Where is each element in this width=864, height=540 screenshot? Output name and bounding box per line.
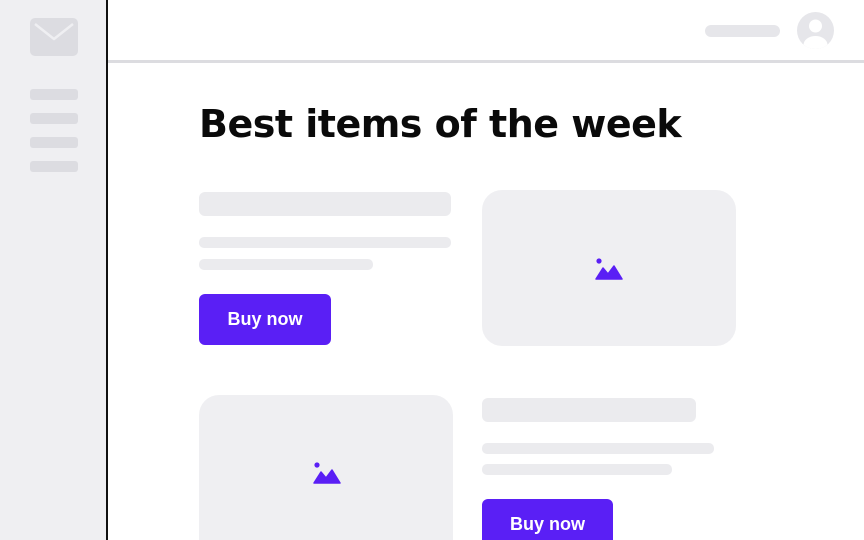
product-image-placeholder[interactable] (482, 190, 736, 346)
product-description-placeholder (482, 464, 672, 475)
buy-now-button[interactable]: Buy now (482, 499, 613, 540)
product-description-placeholder (482, 443, 714, 454)
product-image-placeholder[interactable] (199, 395, 453, 540)
app-window: Best items of the week Buy now Buy now (0, 0, 864, 540)
product-title-placeholder (199, 192, 451, 216)
mail-icon[interactable] (30, 18, 78, 56)
buy-now-button[interactable]: Buy now (199, 294, 331, 345)
product-description-placeholder (199, 237, 451, 248)
sidebar-nav-item-placeholder[interactable] (30, 137, 78, 148)
image-icon (595, 258, 623, 280)
user-avatar-icon[interactable] (797, 12, 834, 49)
product-description-placeholder (199, 259, 373, 270)
page-title: Best items of the week (199, 102, 682, 146)
image-icon (313, 462, 341, 484)
top-bar (108, 0, 864, 63)
sidebar-nav-item-placeholder[interactable] (30, 161, 78, 172)
header-text-placeholder (705, 25, 780, 37)
sidebar-nav-item-placeholder[interactable] (30, 89, 78, 100)
product-title-placeholder (482, 398, 696, 422)
sidebar-nav-item-placeholder[interactable] (30, 113, 78, 124)
sidebar (0, 0, 108, 540)
